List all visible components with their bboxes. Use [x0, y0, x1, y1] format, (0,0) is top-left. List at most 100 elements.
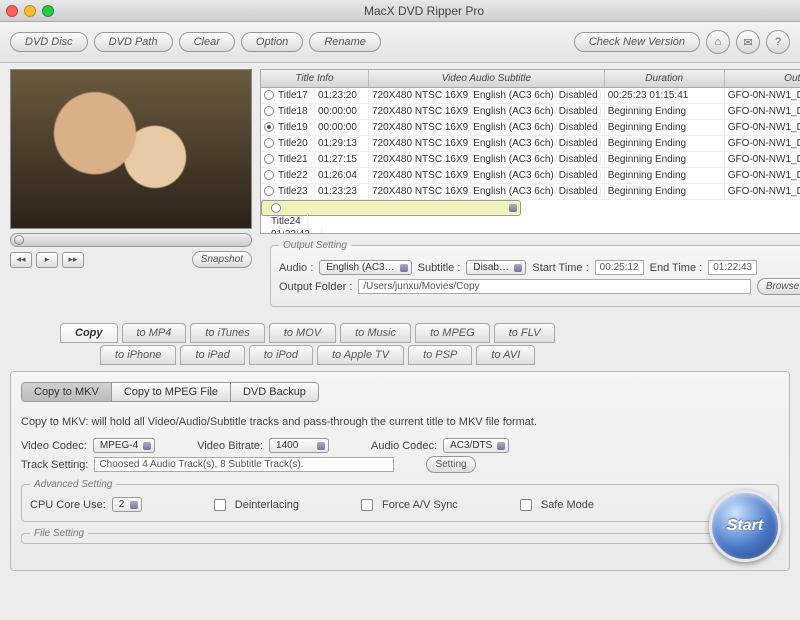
tab-to-mpeg[interactable]: to MPEG: [415, 323, 490, 343]
check-version-button[interactable]: Check New Version: [574, 32, 700, 52]
title-radio[interactable]: [264, 106, 274, 116]
preview-scrubber[interactable]: [10, 233, 252, 247]
output-folder-field[interactable]: /Users/junxu/Movies/Copy: [358, 279, 750, 294]
tab-to-ipad[interactable]: to iPad: [180, 345, 244, 365]
title-vas: 720X480 NTSC 16X9English (AC3 6ch)Disabl…: [369, 185, 605, 198]
title-duration: Beginning Ending: [605, 121, 725, 134]
start-button[interactable]: Start: [709, 490, 781, 562]
title-output: GFO-0N-NW1_DES-Title20: [725, 137, 800, 150]
title-duration: Beginning Ending: [605, 185, 725, 198]
video-bitrate-label: Video Bitrate:: [197, 440, 263, 452]
cpu-core-select[interactable]: 2: [112, 497, 142, 512]
video-codec-label: Video Codec:: [21, 440, 87, 452]
tab-to-itunes[interactable]: to iTunes: [190, 323, 264, 343]
tab-to-ipod[interactable]: to iPod: [249, 345, 313, 365]
title-radio[interactable]: [264, 154, 274, 164]
table-row[interactable]: Title2001:29:13720X480 NTSC 16X9English …: [261, 136, 800, 152]
clear-button[interactable]: Clear: [179, 32, 235, 52]
tab-to-avi[interactable]: to AVI: [476, 345, 535, 365]
col-output[interactable]: Output: [725, 70, 800, 87]
title-output: GFO-0N-NW1_DES-Title21: [725, 153, 800, 166]
tab-to-music[interactable]: to Music: [340, 323, 411, 343]
track-setting-label: Track Setting:: [21, 459, 88, 471]
dvd-path-button[interactable]: DVD Path: [94, 32, 173, 52]
video-preview[interactable]: [10, 69, 252, 229]
title-table: Title Info Video Audio Subtitle Duration…: [260, 69, 800, 234]
title-name: Title24: [268, 215, 308, 228]
next-button[interactable]: ▸▸: [62, 252, 84, 268]
title-output: GFO-0N-NW1_DES-Title23: [725, 185, 800, 198]
title-radio[interactable]: [264, 90, 274, 100]
title-radio[interactable]: [264, 186, 274, 196]
force-av-sync-checkbox[interactable]: [361, 499, 373, 511]
prev-button[interactable]: ◂◂: [10, 252, 32, 268]
option-button[interactable]: Option: [241, 32, 303, 52]
title-radio[interactable]: [264, 122, 274, 132]
title-time: 01:29:13: [315, 137, 369, 150]
tab-to-mp4[interactable]: to MP4: [122, 323, 187, 343]
title-duration: Beginning Ending: [605, 137, 725, 150]
start-time-field[interactable]: 00:25:12: [595, 260, 644, 275]
video-codec-select[interactable]: MPEG-4: [93, 438, 155, 453]
copy-to-mpeg-button[interactable]: Copy to MPEG File: [112, 383, 231, 401]
dvd-backup-button[interactable]: DVD Backup: [231, 383, 318, 401]
table-row[interactable]: Title2201:26:04720X480 NTSC 16X9English …: [261, 168, 800, 184]
zoom-window-icon[interactable]: [42, 5, 54, 17]
table-row[interactable]: Title2101:27:15720X480 NTSC 16X9English …: [261, 152, 800, 168]
file-setting-legend: File Setting: [30, 528, 88, 539]
title-output: GFO-0N-NW1_DES-Title18: [725, 105, 800, 118]
video-bitrate-select[interactable]: 1400: [269, 438, 329, 453]
tab-to-mov[interactable]: to MOV: [269, 323, 336, 343]
help-icon[interactable]: ?: [766, 30, 790, 54]
table-row[interactable]: Title1900:00:00720X480 NTSC 16X9English …: [261, 120, 800, 136]
title-duration: Beginning Ending: [605, 169, 725, 182]
subtitle-select[interactable]: Disab…: [466, 260, 526, 275]
title-radio[interactable]: [271, 203, 281, 213]
copy-to-mkv-button[interactable]: Copy to MKV: [22, 383, 112, 401]
output-setting-group: Output Setting Audio : English (AC3… Sub…: [270, 240, 800, 307]
tab-copy[interactable]: Copy: [60, 323, 118, 343]
audio-select[interactable]: English (AC3…: [319, 260, 411, 275]
track-setting-button[interactable]: Setting: [426, 456, 475, 473]
end-time-field[interactable]: 01:22:43: [708, 260, 757, 275]
output-folder-label: Output Folder :: [279, 281, 352, 293]
title-radio[interactable]: [264, 170, 274, 180]
title-time: 01:27:15: [315, 153, 369, 166]
table-row[interactable]: Title1701:23:20720X480 NTSC 16X9English …: [261, 88, 800, 104]
play-button[interactable]: ▸: [36, 252, 58, 268]
snapshot-button[interactable]: Snapshot: [192, 251, 252, 268]
title-vas: 720X480 NTSC 16X9English (AC3 6ch)Disabl…: [369, 89, 605, 102]
title-vas: 720X480 NTSC 16X9English (AC3 6ch)Disabl…: [369, 105, 605, 118]
audio-codec-select[interactable]: AC3/DTS: [443, 438, 509, 453]
title-vas: 720X480 NTSC 16X9English (AC3 6ch)Disabl…: [369, 121, 605, 134]
table-row[interactable]: Title2401:22:43720X480 NTSC 16X9English …: [261, 200, 521, 216]
format-panel: Copy to MKV Copy to MPEG File DVD Backup…: [10, 371, 790, 571]
tab-to-iphone[interactable]: to iPhone: [100, 345, 176, 365]
browse-button[interactable]: Browse: [757, 278, 800, 295]
dvd-disc-button[interactable]: DVD Disc: [10, 32, 88, 52]
tab-to-psp[interactable]: to PSP: [408, 345, 472, 365]
col-duration[interactable]: Duration: [605, 70, 725, 87]
col-video-audio-subtitle[interactable]: Video Audio Subtitle: [369, 70, 605, 87]
cpu-core-label: CPU Core Use:: [30, 499, 106, 511]
deinterlacing-checkbox[interactable]: [214, 499, 226, 511]
minimize-window-icon[interactable]: [24, 5, 36, 17]
table-row[interactable]: Title1800:00:00720X480 NTSC 16X9English …: [261, 104, 800, 120]
title-name: Title21: [275, 153, 315, 166]
table-row[interactable]: Title2301:23:23720X480 NTSC 16X9English …: [261, 184, 800, 200]
title-output: GFO-0N-NW1_DES-Title17: [725, 89, 800, 102]
preview-pane: ◂◂ ▸ ▸▸ Snapshot: [10, 69, 252, 313]
rename-button[interactable]: Rename: [309, 32, 381, 52]
home-icon[interactable]: ⌂: [706, 30, 730, 54]
format-tabs-row1: Copyto MP4to iTunesto MOVto Musicto MPEG…: [0, 319, 800, 343]
close-window-icon[interactable]: [6, 5, 18, 17]
title-radio[interactable]: [264, 138, 274, 148]
track-setting-field: Choosed 4 Audio Track(s), 8 Subtitle Tra…: [94, 457, 394, 472]
tab-to-apple-tv[interactable]: to Apple TV: [317, 345, 404, 365]
table-header: Title Info Video Audio Subtitle Duration…: [261, 70, 800, 88]
safe-mode-checkbox[interactable]: [520, 499, 532, 511]
col-title-info[interactable]: Title Info: [261, 70, 369, 87]
tab-to-flv[interactable]: to FLV: [494, 323, 556, 343]
register-icon[interactable]: ✉: [736, 30, 760, 54]
title-name: Title20: [275, 137, 315, 150]
